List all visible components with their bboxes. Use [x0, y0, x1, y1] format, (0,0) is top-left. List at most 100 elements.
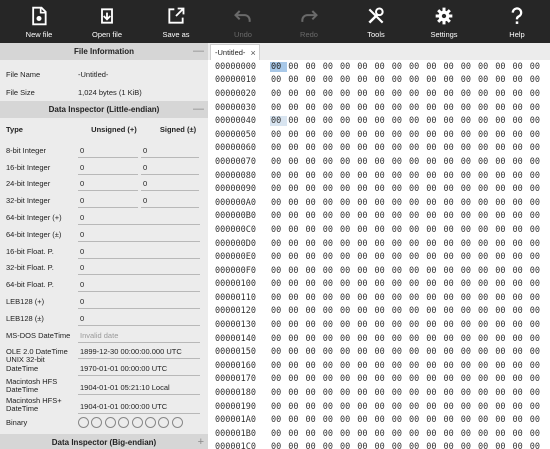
hex-byte[interactable]: 00: [425, 171, 442, 181]
hex-byte[interactable]: 00: [374, 239, 391, 249]
bit-toggle[interactable]: [104, 416, 116, 428]
hex-byte[interactable]: 00: [529, 388, 546, 398]
hex-byte[interactable]: 00: [322, 143, 339, 153]
hex-byte[interactable]: 00: [322, 442, 339, 449]
hex-byte[interactable]: 00: [477, 374, 494, 384]
hex-byte[interactable]: 00: [494, 198, 511, 208]
hex-byte[interactable]: 00: [512, 62, 529, 72]
hex-byte[interactable]: 00: [374, 75, 391, 85]
hex-byte[interactable]: 00: [270, 171, 287, 181]
hex-byte[interactable]: 00: [494, 130, 511, 140]
hex-byte[interactable]: 00: [270, 402, 287, 412]
hex-byte[interactable]: 00: [460, 130, 477, 140]
hex-byte[interactable]: 00: [391, 211, 408, 221]
hex-byte[interactable]: 00: [287, 306, 304, 316]
hex-byte[interactable]: 00: [512, 225, 529, 235]
hex-byte[interactable]: 00: [374, 374, 391, 384]
hex-byte[interactable]: 00: [408, 239, 425, 249]
hex-byte[interactable]: 00: [529, 320, 546, 330]
hex-byte[interactable]: 00: [270, 184, 287, 194]
hex-byte[interactable]: 00: [322, 89, 339, 99]
hex-byte[interactable]: 00: [494, 103, 511, 113]
hex-byte[interactable]: 00: [339, 402, 356, 412]
hex-byte[interactable]: 00: [512, 116, 529, 126]
bit-toggle[interactable]: [171, 416, 183, 428]
hex-byte[interactable]: 00: [305, 442, 322, 449]
hex-byte[interactable]: 00: [322, 320, 339, 330]
hex-byte[interactable]: 00: [374, 334, 391, 344]
hex-byte[interactable]: 00: [477, 402, 494, 412]
hex-byte[interactable]: 00: [512, 415, 529, 425]
hex-byte[interactable]: 00: [408, 157, 425, 167]
hex-byte[interactable]: 00: [529, 184, 546, 194]
hex-byte[interactable]: 00: [322, 306, 339, 316]
hex-byte[interactable]: 00: [287, 184, 304, 194]
hex-byte[interactable]: 00: [356, 402, 373, 412]
value-field[interactable]: 0: [78, 228, 200, 242]
hex-byte[interactable]: 00: [391, 89, 408, 99]
hex-byte[interactable]: 00: [494, 75, 511, 85]
hex-byte[interactable]: 00: [425, 62, 442, 72]
hex-byte[interactable]: 00: [339, 306, 356, 316]
hex-byte[interactable]: 00: [391, 347, 408, 357]
hex-byte[interactable]: 00: [305, 279, 322, 289]
hex-byte[interactable]: 00: [270, 211, 287, 221]
hex-byte[interactable]: 00: [287, 89, 304, 99]
hex-byte[interactable]: 00: [477, 415, 494, 425]
unsigned-field[interactable]: 0: [78, 144, 138, 158]
hex-byte[interactable]: 00: [270, 130, 287, 140]
bit-toggle[interactable]: [118, 416, 130, 428]
hex-byte[interactable]: 00: [529, 171, 546, 181]
hex-byte[interactable]: 00: [425, 415, 442, 425]
hex-byte[interactable]: 00: [374, 184, 391, 194]
hex-byte[interactable]: 00: [287, 62, 304, 72]
hex-byte[interactable]: 00: [408, 184, 425, 194]
expand-icon[interactable]: +: [198, 436, 204, 448]
hex-byte[interactable]: 00: [270, 266, 287, 276]
hex-byte[interactable]: 00: [391, 157, 408, 167]
hex-byte[interactable]: 00: [494, 239, 511, 249]
hex-byte[interactable]: 00: [339, 252, 356, 262]
hex-byte[interactable]: 00: [391, 130, 408, 140]
hex-byte[interactable]: 00: [270, 388, 287, 398]
hex-byte[interactable]: 00: [339, 157, 356, 167]
hex-byte[interactable]: 00: [305, 374, 322, 384]
hex-byte[interactable]: 00: [460, 75, 477, 85]
hex-byte[interactable]: 00: [477, 89, 494, 99]
hex-byte[interactable]: 00: [443, 320, 460, 330]
hex-byte[interactable]: 00: [374, 415, 391, 425]
hex-byte[interactable]: 00: [339, 198, 356, 208]
hex-byte[interactable]: 00: [408, 225, 425, 235]
hex-byte[interactable]: 00: [322, 198, 339, 208]
hex-byte[interactable]: 00: [408, 320, 425, 330]
hex-byte[interactable]: 00: [460, 143, 477, 153]
hex-byte[interactable]: 00: [391, 402, 408, 412]
unsigned-field[interactable]: 0: [78, 177, 138, 192]
hex-byte[interactable]: 00: [322, 75, 339, 85]
hex-byte[interactable]: 00: [529, 252, 546, 262]
hex-byte[interactable]: 00: [425, 306, 442, 316]
hex-byte[interactable]: 00: [374, 347, 391, 357]
hex-byte[interactable]: 00: [356, 62, 373, 72]
hex-byte[interactable]: 00: [512, 293, 529, 303]
hex-byte[interactable]: 00: [391, 334, 408, 344]
hex-byte[interactable]: 00: [494, 157, 511, 167]
hex-byte[interactable]: 00: [322, 374, 339, 384]
hex-byte[interactable]: 00: [287, 266, 304, 276]
hex-byte[interactable]: 00: [512, 130, 529, 140]
hex-byte[interactable]: 00: [460, 239, 477, 249]
hex-byte[interactable]: 00: [391, 279, 408, 289]
hex-byte[interactable]: 00: [339, 116, 356, 126]
hex-byte[interactable]: 00: [287, 402, 304, 412]
hex-byte[interactable]: 00: [374, 171, 391, 181]
hex-byte[interactable]: 00: [512, 171, 529, 181]
hex-byte[interactable]: 00: [305, 143, 322, 153]
hex-byte[interactable]: 00: [356, 415, 373, 425]
hex-byte[interactable]: 00: [494, 211, 511, 221]
hex-byte[interactable]: 00: [477, 143, 494, 153]
hex-byte[interactable]: 00: [391, 225, 408, 235]
hex-byte[interactable]: 00: [529, 116, 546, 126]
hex-byte[interactable]: 00: [270, 293, 287, 303]
hex-byte[interactable]: 00: [322, 266, 339, 276]
hex-byte[interactable]: 00: [512, 402, 529, 412]
